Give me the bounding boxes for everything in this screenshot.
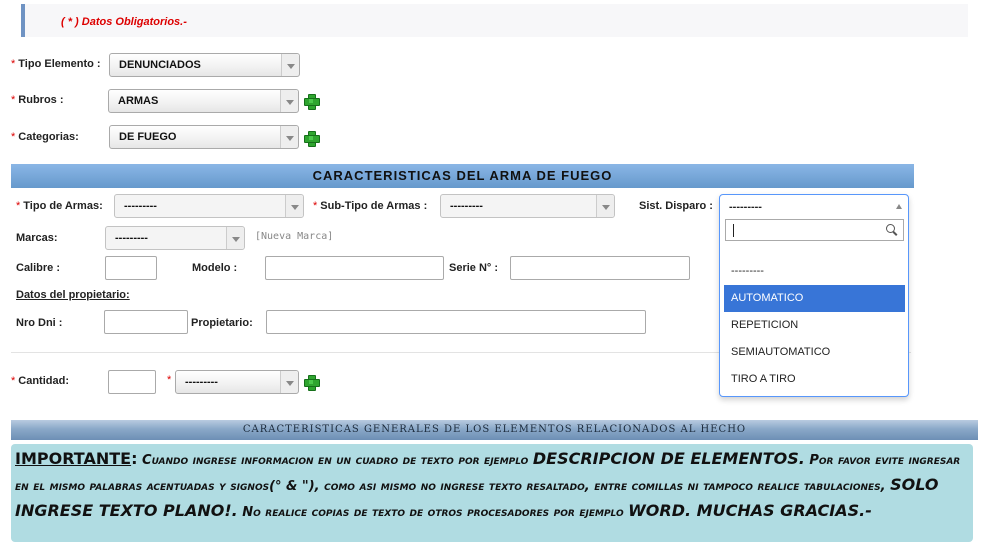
marcas-label: Marcas: [16, 232, 58, 244]
chevron-down-icon [596, 195, 614, 217]
search-icon [886, 224, 898, 236]
chevron-down-icon [280, 90, 298, 112]
dropdown-option-highlighted[interactable]: AUTOMATICO [724, 285, 905, 312]
chevron-up-icon [896, 204, 902, 209]
marcas-value: --------- [115, 232, 148, 244]
serie-input[interactable] [510, 256, 690, 280]
tipo-armas-value: --------- [124, 200, 157, 212]
categorias-value: DE FUEGO [119, 131, 177, 143]
general-section-header: CARACTERISTICAS GENERALES DE LOS ELEMENT… [11, 420, 978, 440]
nueva-marca-link[interactable]: [Nueva Marca] [255, 231, 333, 242]
unidad-required-mark: * [167, 374, 172, 386]
calibre-input[interactable] [105, 256, 157, 280]
sist-disparo-label: Sist. Disparo : [639, 200, 713, 212]
tipo-armas-label: * Tipo de Armas: [16, 200, 103, 212]
dropdown-option[interactable]: --------- [724, 258, 905, 285]
chevron-down-icon [285, 195, 303, 217]
calibre-label: Calibre : [16, 262, 61, 274]
arma-section-header: CARACTERISTICAS DEL ARMA DE FUEGO [11, 164, 914, 188]
dropdown-option[interactable]: REPETICION [724, 312, 905, 339]
propietario-input[interactable] [266, 310, 646, 334]
cantidad-input[interactable] [108, 370, 156, 394]
propietario-label: Propietario: [191, 317, 253, 329]
sub-tipo-value: --------- [450, 200, 483, 212]
dropdown-search-input[interactable] [725, 219, 904, 241]
unidad-select[interactable]: --------- [175, 370, 299, 394]
important-title: IMPORTANTE [15, 449, 132, 468]
categorias-select[interactable]: DE FUEGO [109, 125, 299, 149]
dropdown-option[interactable]: SEMIAUTOMATICO [724, 339, 905, 366]
add-rubro-icon[interactable] [304, 94, 320, 110]
sub-tipo-label: * Sub-Tipo de Armas : [313, 200, 428, 212]
tipo-elemento-value: DENUNCIADOS [119, 59, 201, 71]
modelo-label: Modelo : [192, 262, 238, 274]
sub-tipo-select[interactable]: --------- [440, 194, 615, 218]
cantidad-label: * Cantidad: [11, 375, 70, 387]
sist-disparo-select[interactable]: --------- [720, 195, 908, 217]
tipo-elemento-select[interactable]: DENUNCIADOS [109, 53, 300, 77]
sist-disparo-dropdown[interactable]: --------- --------- AUTOMATICO REPETICIO… [719, 194, 909, 397]
chevron-down-icon [280, 126, 298, 148]
add-unidad-icon[interactable] [304, 375, 320, 391]
add-categoria-icon[interactable] [304, 131, 320, 147]
chevron-down-icon [280, 371, 298, 393]
tipo-armas-select[interactable]: --------- [114, 194, 304, 218]
dropdown-option[interactable]: TIRO A TIRO [724, 366, 905, 393]
serie-label: Serie N° : [449, 262, 499, 274]
required-fields-notice: ( * ) Datos Obligatorios.- [21, 4, 968, 37]
marcas-select[interactable]: --------- [105, 226, 245, 250]
categorias-label: * Categorias: [11, 131, 79, 143]
tipo-elemento-label: * Tipo Elemento : [11, 58, 101, 70]
chevron-down-icon [226, 227, 244, 249]
chevron-down-icon [281, 54, 299, 76]
required-fields-text: ( * ) Datos Obligatorios.- [61, 16, 187, 28]
unidad-value: --------- [185, 376, 218, 388]
rubros-label: * Rubros : [11, 94, 64, 106]
rubros-value: ARMAS [118, 95, 159, 107]
modelo-input[interactable] [265, 256, 444, 280]
propietario-heading: Datos del propietario: [16, 289, 130, 301]
sist-disparo-value: --------- [729, 201, 762, 213]
important-notice: IMPORTANTE: Cuando ingrese informacion e… [11, 444, 973, 542]
rubros-select[interactable]: ARMAS [108, 89, 299, 113]
nro-dni-label: Nro Dni : [16, 317, 63, 329]
nro-dni-input[interactable] [104, 310, 188, 334]
